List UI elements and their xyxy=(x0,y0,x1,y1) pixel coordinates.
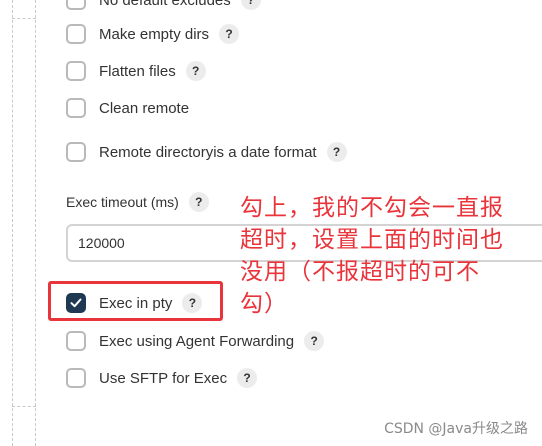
checkbox[interactable] xyxy=(66,331,86,351)
option-sftp-exec[interactable]: Use SFTP for Exec ? xyxy=(66,366,258,390)
option-label: Flatten files xyxy=(99,62,176,80)
watermark: CSDN @Java升级之路 xyxy=(384,421,528,437)
exec-timeout-label: Exec timeout (ms) ? xyxy=(66,192,209,212)
option-agent-forwarding[interactable]: Exec using Agent Forwarding ? xyxy=(66,329,325,353)
checkbox[interactable] xyxy=(66,98,86,118)
highlight-box xyxy=(48,281,223,321)
option-label: Make empty dirs xyxy=(99,25,210,43)
annotation-text: 勾上，我的不勾会一直报 超时，设置上面的时间也 没用（不报超时的可不 勾） xyxy=(240,192,540,320)
option-no-default-excludes[interactable]: No default excludes ? xyxy=(66,0,261,12)
checkbox[interactable] xyxy=(66,142,86,162)
help-icon[interactable]: ? xyxy=(304,331,325,351)
option-remote-directory-date[interactable]: Remote directoryis a date format ? xyxy=(66,140,347,164)
tree-guide-connector xyxy=(12,18,36,19)
option-make-empty-dirs[interactable]: Make empty dirs ? xyxy=(66,22,240,46)
help-icon[interactable]: ? xyxy=(185,61,206,81)
help-icon[interactable]: ? xyxy=(219,24,240,44)
tree-guide-connector xyxy=(12,406,36,407)
annotation-line: 勾上，我的不勾会一直报 xyxy=(240,195,504,221)
option-label: No default excludes xyxy=(99,0,231,9)
checkbox[interactable] xyxy=(66,61,86,81)
option-flatten-files[interactable]: Flatten files ? xyxy=(66,59,206,83)
exec-timeout-label-text: Exec timeout (ms) xyxy=(66,194,179,210)
annotation-line: 超时，设置上面的时间也 xyxy=(240,227,504,253)
option-label: Use SFTP for Exec xyxy=(99,369,228,387)
checkbox[interactable] xyxy=(66,0,86,10)
option-clean-remote[interactable]: Clean remote xyxy=(66,96,189,120)
tree-guide-line xyxy=(35,0,36,446)
help-icon[interactable]: ? xyxy=(237,368,258,388)
tree-guide-line xyxy=(12,0,13,446)
help-icon[interactable]: ? xyxy=(188,192,209,212)
option-label: Clean remote xyxy=(99,99,190,117)
annotation-line: 没用（不报超时的可不 xyxy=(240,259,480,285)
help-icon[interactable]: ? xyxy=(326,142,347,162)
option-label: Remote directoryis a date format xyxy=(99,143,317,161)
checkbox[interactable] xyxy=(66,24,86,44)
checkbox[interactable] xyxy=(66,368,86,388)
annotation-line: 勾） xyxy=(240,291,288,317)
option-label: Exec using Agent Forwarding xyxy=(99,332,295,350)
help-icon[interactable]: ? xyxy=(240,0,261,10)
